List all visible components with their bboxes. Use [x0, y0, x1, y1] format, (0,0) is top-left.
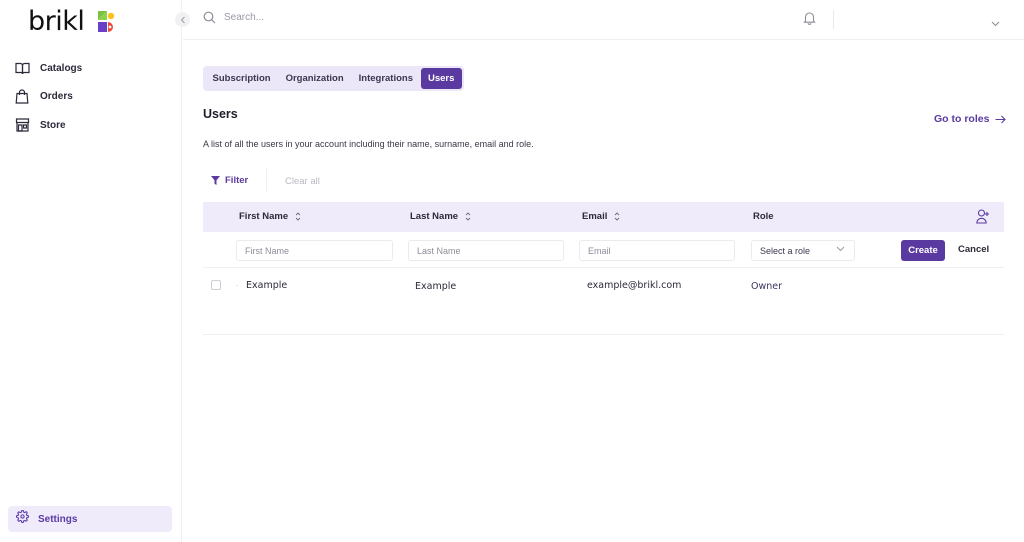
role-select[interactable]: Select a role: [751, 240, 855, 261]
search-bar: [203, 11, 524, 24]
search-input[interactable]: [224, 12, 524, 23]
brikl-logo-icon: [98, 11, 115, 32]
sort-icon: [295, 212, 301, 221]
column-header-last-name[interactable]: Last Name: [410, 211, 471, 222]
search-icon: [203, 11, 216, 24]
chevron-down-icon: [836, 246, 845, 252]
gear-icon: [16, 510, 29, 528]
notifications-button[interactable]: [803, 11, 816, 30]
cell-last-name: Example: [415, 281, 457, 292]
table-header: First Name Last Name Email Role: [203, 202, 1004, 232]
book-open-icon: [14, 60, 30, 76]
tab-users[interactable]: Users: [420, 68, 462, 89]
column-label: Email: [582, 211, 608, 222]
column-header-email[interactable]: Email: [582, 211, 620, 222]
shopping-bag-icon: [14, 89, 30, 105]
account-menu-button[interactable]: [991, 14, 1000, 32]
sort-icon: [465, 212, 471, 221]
sidebar-item-store[interactable]: Store: [12, 111, 172, 139]
new-user-row: Select a role Create Cancel: [203, 232, 1004, 268]
cancel-button[interactable]: Cancel: [958, 244, 989, 255]
column-header-role: Role: [753, 211, 774, 222]
brand-name: brikl: [28, 6, 85, 37]
sidebar-item-label: Orders: [40, 91, 73, 102]
row-checkbox[interactable]: [211, 280, 221, 290]
first-name-input[interactable]: [236, 240, 393, 261]
topbar-divider: [833, 10, 834, 29]
filter-divider: [266, 169, 267, 191]
sidebar-item-orders[interactable]: Orders: [12, 83, 172, 111]
settings-tabs: Subscription Organization Integrations U…: [203, 66, 464, 91]
tab-integrations[interactable]: Integrations: [351, 68, 420, 89]
email-input[interactable]: [579, 240, 735, 261]
sidebar-item-label: Catalogs: [40, 62, 83, 74]
sidebar-item-catalogs[interactable]: Catalogs: [12, 54, 172, 82]
column-label: Last Name: [410, 211, 459, 222]
column-label: Role: [753, 211, 774, 222]
column-header-first-name[interactable]: First Name: [239, 211, 301, 222]
arrow-right-icon: [995, 115, 1007, 123]
column-label: First Name: [239, 211, 289, 222]
add-user-button[interactable]: [976, 209, 990, 229]
go-to-roles-label: Go to roles: [934, 113, 990, 125]
cell-email: example@brikl.com: [587, 280, 682, 291]
brand-logo[interactable]: brikl: [28, 6, 115, 37]
chevron-down-icon: [991, 21, 1000, 27]
settings-label: Settings: [38, 513, 78, 525]
tab-subscription[interactable]: Subscription: [205, 68, 278, 89]
filter-button[interactable]: Filter: [211, 175, 248, 186]
clear-all-button[interactable]: Clear all: [285, 176, 320, 187]
bell-icon: [803, 12, 816, 25]
sidebar-nav: Catalogs Orders Store: [12, 54, 172, 140]
sidebar-item-settings[interactable]: Settings: [8, 506, 172, 532]
user-plus-icon: [976, 209, 989, 224]
page-title: Users: [203, 107, 238, 121]
role-select-value: Select a role: [760, 245, 811, 256]
page-description: A list of all the users in your account …: [203, 139, 534, 149]
tab-organization[interactable]: Organization: [278, 68, 351, 89]
create-button[interactable]: Create: [901, 240, 945, 261]
filter-icon: [211, 176, 220, 185]
cell-role: Owner: [751, 281, 783, 292]
cell-first-name: Example: [246, 280, 288, 291]
filter-label: Filter: [225, 175, 249, 186]
storefront-icon: [14, 117, 30, 133]
last-name-input[interactable]: [408, 240, 564, 261]
sidebar: brikl Catalogs Orders Store Settings: [0, 0, 182, 542]
table-row: . Example Example example@brikl.com Owne…: [203, 268, 1004, 335]
topbar: [183, 0, 1024, 40]
sidebar-item-label: Store: [40, 119, 66, 131]
go-to-roles-link[interactable]: Go to roles: [934, 113, 1007, 125]
row-marker: .: [236, 281, 238, 288]
sort-icon: [615, 212, 620, 221]
